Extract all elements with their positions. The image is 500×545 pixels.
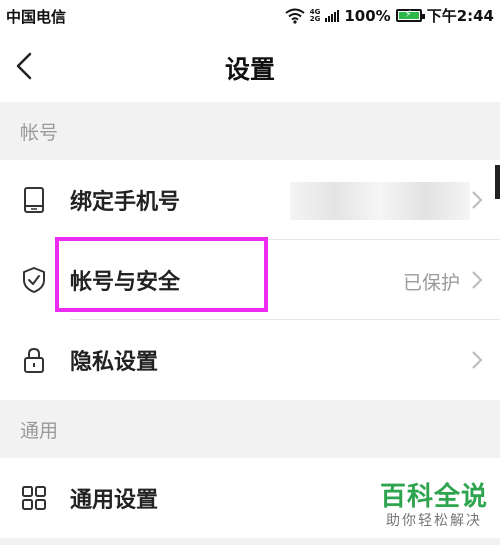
watermark: 百科全说 助你轻松解决	[380, 482, 488, 530]
wifi-icon	[285, 8, 305, 24]
chevron-right-icon	[472, 271, 483, 289]
status-bar: 中国电信 4G 2G 100% ⚡ 下午2:44	[0, 0, 500, 30]
clock: 下午2:44	[426, 7, 494, 25]
section-header-general: 通用	[0, 400, 500, 458]
watermark-tagline: 助你轻松解决	[385, 513, 482, 529]
protection-status: 已保护	[402, 272, 460, 294]
redacted-phone-number	[290, 182, 470, 220]
battery-percent: 100%	[344, 6, 391, 25]
privacy-settings-label: 隐私设置	[70, 350, 159, 375]
lock-icon	[24, 347, 44, 373]
battery-icon: ⚡	[395, 9, 425, 22]
bind-phone-row[interactable]: 绑定手机号	[0, 160, 500, 240]
status-icons: 4G 2G 100% ⚡ 下午2:44	[285, 5, 494, 26]
account-security-row[interactable]: 帐号与安全 已保护	[0, 240, 500, 320]
chevron-right-icon	[472, 191, 483, 209]
account-security-label: 帐号与安全	[70, 270, 181, 295]
chevron-right-icon	[472, 351, 483, 369]
carrier-name: 中国电信	[6, 8, 67, 26]
watermark-brand: 百科全说	[379, 482, 488, 512]
section-title: 帐号	[20, 122, 59, 144]
general-settings-label: 通用设置	[70, 488, 159, 513]
shield-check-icon	[23, 267, 45, 293]
phone-icon	[24, 187, 44, 213]
nav-bar: 设置	[0, 30, 500, 102]
section-header-account: 帐号	[0, 102, 500, 160]
scrollbar-thumb[interactable]	[495, 165, 500, 199]
page-title: 设置	[224, 55, 275, 84]
grid-icon	[22, 486, 46, 510]
privacy-settings-row[interactable]: 隐私设置	[0, 320, 500, 400]
section-title: 通用	[20, 420, 59, 442]
network-type-bottom: 2G	[309, 14, 321, 23]
bind-phone-label: 绑定手机号	[70, 190, 181, 215]
network-type: 4G 2G	[309, 8, 321, 23]
signal-icon	[325, 9, 340, 22]
